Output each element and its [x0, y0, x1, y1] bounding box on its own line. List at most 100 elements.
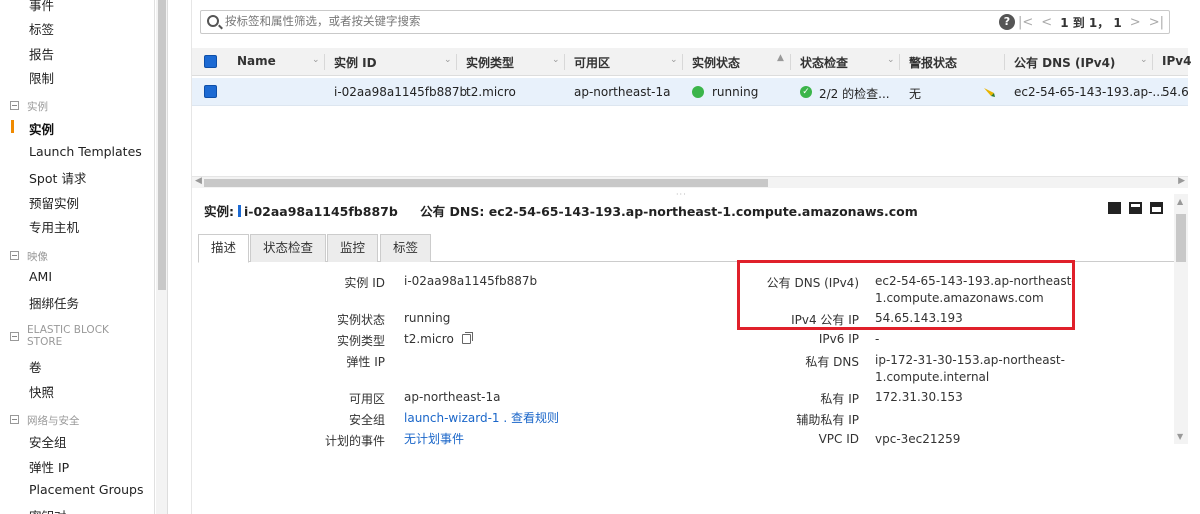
label-security-groups: 安全组 [348, 413, 385, 427]
sidebar-item-placement-groups[interactable]: Placement Groups [29, 482, 143, 497]
help-icon[interactable]: ? [999, 14, 1015, 30]
sort-icon[interactable]: ⌄ [887, 55, 895, 65]
label-secondary-private-ip: 辅助私有 IP [796, 413, 859, 427]
tab-description[interactable]: 描述 [198, 234, 250, 263]
sidebar-scroll-thumb[interactable] [158, 0, 166, 290]
sort-icon[interactable]: ⌄ [552, 55, 560, 65]
scroll-up-icon[interactable]: ▲ [1177, 197, 1183, 206]
detail-instance-id: i-02aa98a1145fb887b [244, 204, 398, 219]
sidebar-item-events[interactable]: 事件 [29, 0, 54, 14]
sort-icon[interactable]: ⌄ [1140, 55, 1148, 65]
tab-tags[interactable]: 标签 [380, 234, 432, 262]
sidebar-item-bundle-tasks[interactable]: 捆绑任务 [29, 293, 79, 312]
sidebar-item-instances[interactable]: 实例 [29, 119, 54, 138]
instance-label: 实例: [204, 204, 234, 219]
sidebar-item-spot-requests[interactable]: Spot 请求 [29, 168, 86, 187]
panel-layout-controls [1108, 202, 1163, 214]
col-status-checks[interactable]: 状态检查 [800, 54, 848, 71]
sidebar-section-ebs[interactable]: ELASTIC BLOCK STORE [10, 324, 130, 348]
sort-icon[interactable]: ⌄ [670, 55, 678, 65]
instance-type-text: t2.micro [404, 332, 454, 346]
sidebar-item-snapshots[interactable]: 快照 [29, 382, 54, 401]
sidebar-item-reserved-instances[interactable]: 预留实例 [29, 193, 79, 212]
scroll-down-icon[interactable]: ▼ [1177, 432, 1183, 441]
sidebar-section-network-security[interactable]: 网络与安全 [10, 413, 80, 428]
next-page-icon[interactable]: > [1130, 15, 1141, 30]
cell-availability-zone: ap-northeast-1a [574, 85, 671, 99]
column-divider[interactable] [564, 54, 565, 70]
col-instance-id[interactable]: 实例 ID [334, 54, 377, 71]
value-scheduled-events-link[interactable]: 无计划事件 [404, 431, 464, 448]
col-public-dns[interactable]: 公有 DNS (IPv4) [1014, 54, 1115, 71]
sidebar-item-security-groups[interactable]: 安全组 [29, 432, 67, 451]
column-divider[interactable] [456, 54, 457, 70]
value-security-groups-link[interactable]: launch-wizard-1 . 查看规则 [404, 410, 559, 427]
sidebar-item-volumes[interactable]: 卷 [29, 357, 42, 376]
sidebar-item-limits[interactable]: 限制 [29, 68, 54, 87]
cell-status-checks[interactable]: 2/2 的检查... [819, 85, 890, 102]
column-divider[interactable] [790, 54, 791, 70]
vertical-scroll-thumb[interactable] [1176, 214, 1186, 262]
detail-vertical-scrollbar[interactable]: ▲ ▼ [1174, 194, 1188, 444]
label-private-dns: 私有 DNS [805, 355, 859, 369]
tab-status-checks[interactable]: 状态检查 [250, 234, 327, 262]
cell-instance-state: running [712, 85, 759, 99]
sidebar-section-images[interactable]: 映像 [10, 249, 48, 264]
sidebar-item-launch-templates[interactable]: Launch Templates [29, 144, 142, 159]
sort-icon[interactable]: ⌄ [444, 55, 452, 65]
value-private-dns-line1: ip-172-31-30-153.ap-northeast- [875, 353, 1065, 367]
tab-monitoring[interactable]: 监控 [327, 234, 379, 262]
column-divider[interactable] [324, 54, 325, 70]
column-divider[interactable] [899, 54, 900, 70]
panel-resize-handle[interactable]: ··· [676, 190, 687, 199]
column-divider[interactable] [682, 54, 683, 70]
column-divider[interactable] [1152, 54, 1153, 70]
collapse-gutter[interactable] [168, 0, 192, 514]
col-availability-zone[interactable]: 可用区 [574, 54, 610, 71]
value-private-ip: 172.31.30.153 [875, 390, 963, 404]
select-all-checkbox[interactable] [204, 55, 217, 68]
scroll-right-icon[interactable]: ▶ [1178, 176, 1185, 186]
col-name[interactable]: Name [237, 54, 276, 68]
col-instance-state[interactable]: 实例状态 [692, 54, 740, 71]
sidebar-item-dedicated-hosts[interactable]: 专用主机 [29, 217, 79, 236]
col-alarm-status[interactable]: 警报状态 [909, 54, 957, 71]
sidebar-item-ami[interactable]: AMI [29, 269, 52, 284]
value-private-dns-line2: 1.compute.internal [875, 370, 990, 384]
sidebar-item-elastic-ips[interactable]: 弹性 IP [29, 457, 69, 476]
col-ipv4[interactable]: IPv4 [1162, 54, 1191, 68]
layout-split-icon[interactable] [1129, 202, 1142, 214]
layout-minimize-icon[interactable] [1150, 202, 1163, 214]
layout-full-icon[interactable] [1108, 202, 1121, 214]
horizontal-scroll-thumb[interactable] [204, 179, 768, 187]
sort-asc-icon[interactable]: ▲ [777, 53, 784, 63]
label-elastic-ip: 弹性 IP [346, 355, 385, 369]
first-page-icon[interactable]: |< [1018, 15, 1033, 30]
detail-tabs: 描述 状态检查 监控 标签 [198, 234, 1174, 263]
table-row[interactable]: i-02aa98a1145fb887b t2.micro ap-northeas… [192, 78, 1189, 106]
last-page-icon[interactable]: >| [1149, 15, 1164, 30]
label-scheduled-events: 计划的事件 [324, 434, 385, 448]
collapse-icon [10, 332, 19, 341]
row-checkbox[interactable] [204, 85, 217, 98]
scroll-left-icon[interactable]: ◀ [195, 176, 202, 186]
sort-icon[interactable]: ⌄ [312, 55, 320, 65]
alarm-bell-icon[interactable] [982, 86, 996, 98]
sidebar-item-key-pairs[interactable]: 密钥对 [29, 506, 67, 514]
table-horizontal-scrollbar[interactable]: ◀ ▶ [192, 176, 1188, 188]
collapse-icon [10, 101, 19, 110]
copy-icon[interactable] [461, 332, 473, 344]
search-input[interactable] [225, 14, 945, 30]
col-instance-type[interactable]: 实例类型 [466, 54, 514, 71]
value-availability-zone: ap-northeast-1a [404, 390, 501, 404]
prev-page-icon[interactable]: < [1041, 15, 1052, 30]
sidebar-item-reports[interactable]: 报告 [29, 44, 54, 63]
pagination-text: 1 到 1， 1 [1060, 16, 1122, 30]
collapse-icon [10, 415, 19, 424]
sidebar-scrollbar[interactable] [156, 0, 168, 514]
sidebar-section-instances[interactable]: 实例 [10, 99, 48, 114]
value-instance-type: t2.micro [404, 331, 473, 348]
label-vpc-id: VPC ID [818, 432, 859, 446]
column-divider[interactable] [1004, 54, 1005, 70]
sidebar-item-tags[interactable]: 标签 [29, 19, 54, 38]
